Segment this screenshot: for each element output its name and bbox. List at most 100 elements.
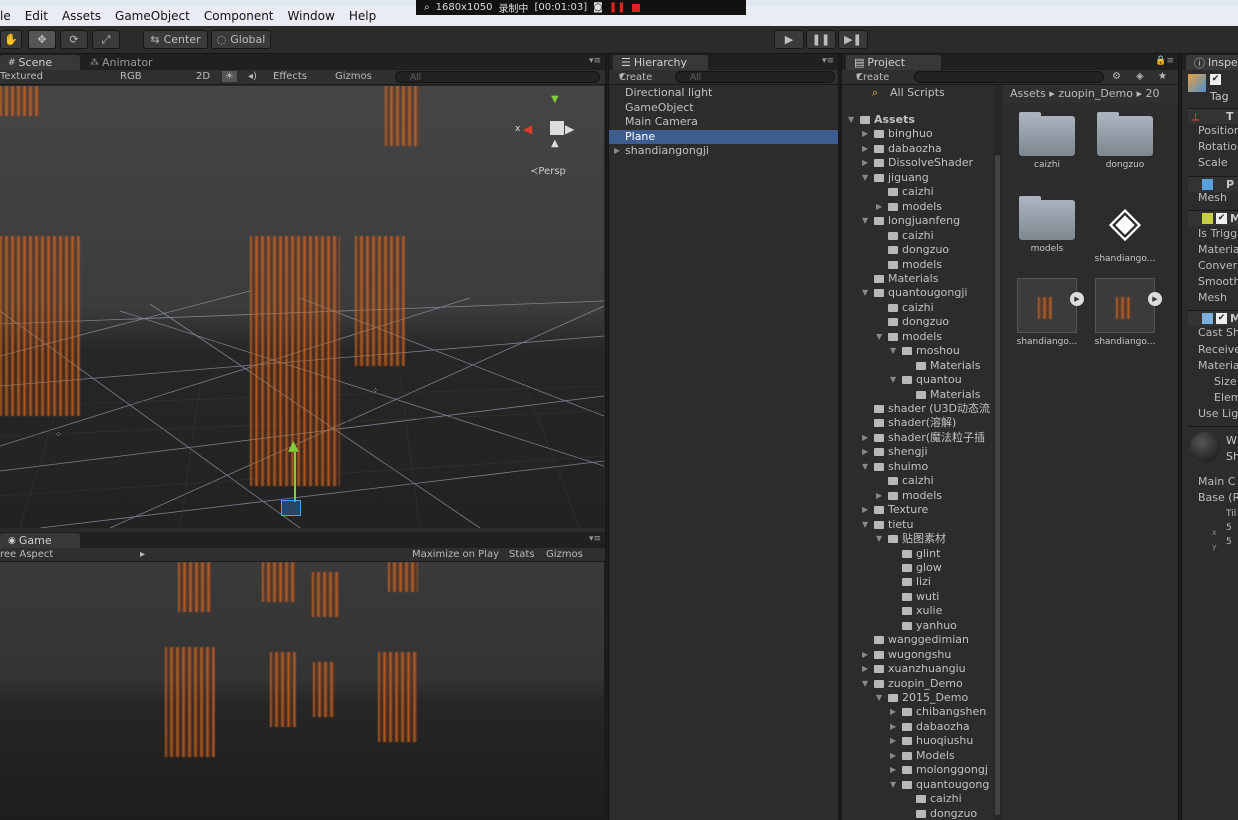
gizmo-y-cone[interactable]: ▼: [551, 94, 559, 105]
project-tree-item[interactable]: ▼ shuimo: [842, 460, 1002, 474]
project-tree-item[interactable]: ▶ shengji: [842, 445, 1002, 459]
shading-dropdown[interactable]: Textured: [0, 71, 43, 82]
asset-item[interactable]: caizhi: [1012, 110, 1082, 170]
expand-arrow-icon[interactable]: ▶: [890, 734, 900, 748]
step-button[interactable]: ▶❚: [838, 30, 868, 49]
menu-component[interactable]: Component: [204, 9, 274, 23]
collapse-arrow-icon[interactable]: ▼: [862, 171, 872, 185]
expand-arrow-icon[interactable]: ▶: [862, 127, 872, 141]
play-preview-icon[interactable]: ▶: [1148, 292, 1162, 306]
project-tree-item[interactable]: ▶ molonggongj: [842, 763, 1002, 777]
project-tree-item[interactable]: ▶ chibangshen: [842, 705, 1002, 719]
game-viewport[interactable]: [0, 562, 604, 820]
expand-arrow-icon[interactable]: ▶: [862, 445, 872, 459]
rotate-tool-button[interactable]: ⟳: [60, 30, 88, 49]
move-gizmo-y-axis[interactable]: [294, 452, 296, 502]
collapse-arrow-icon[interactable]: ▼: [848, 113, 858, 127]
project-tree-item[interactable]: ▼ quantou: [842, 373, 1002, 387]
breadcrumb-current[interactable]: 20: [1146, 87, 1160, 100]
mesh-filter-header[interactable]: P: [1188, 176, 1238, 192]
tab-animator[interactable]: ⁂ Animator: [82, 55, 161, 70]
expand-arrow-icon[interactable]: ▶: [890, 720, 900, 734]
project-tree-item[interactable]: xulie: [842, 604, 1002, 618]
pause-icon[interactable]: ❚❚: [609, 2, 626, 13]
project-tree-item[interactable]: glint: [842, 547, 1002, 561]
asset-item[interactable]: ▶ shandiango...: [1012, 278, 1084, 347]
project-tree-item[interactable]: ▶ dabaozha: [842, 142, 1002, 156]
stop-icon[interactable]: [631, 3, 640, 12]
menu-window[interactable]: Window: [288, 9, 335, 23]
camera-icon[interactable]: ◙: [593, 2, 603, 13]
project-tree-item[interactable]: caizhi: [842, 792, 1002, 806]
project-tree-item[interactable]: dongzuo: [842, 315, 1002, 329]
space-global-button[interactable]: ◌ Global: [211, 30, 271, 49]
project-create-button[interactable]: Create ▾: [856, 71, 889, 83]
gizmo-center-cube[interactable]: [550, 121, 564, 135]
pause-button[interactable]: ❚❚: [806, 30, 836, 49]
scale-tool-button[interactable]: ⤢: [92, 30, 120, 49]
project-tree-item[interactable]: shader(溶解): [842, 416, 1002, 430]
project-tree-item[interactable]: ▼ jiguang: [842, 171, 1002, 185]
project-tree-item[interactable]: lizi: [842, 575, 1002, 589]
menu-edit[interactable]: Edit: [25, 9, 48, 23]
collapse-arrow-icon[interactable]: ▼: [890, 778, 900, 792]
expand-arrow-icon[interactable]: ▶: [862, 648, 872, 662]
project-tree-item[interactable]: caizhi: [842, 474, 1002, 488]
project-tree-item[interactable]: caizhi: [842, 301, 1002, 315]
project-tree-item[interactable]: ▼ quantougongji: [842, 286, 1002, 300]
collapse-arrow-icon[interactable]: ▼: [862, 518, 872, 532]
all-scripts-item[interactable]: ⌕ All Scripts: [842, 86, 1002, 100]
project-tree-item[interactable]: Materials: [842, 388, 1002, 402]
expand-arrow-icon[interactable]: ▶: [614, 144, 624, 158]
collapse-arrow-icon[interactable]: ▼: [862, 460, 872, 474]
hand-tool-button[interactable]: ✋: [0, 30, 22, 49]
project-tree-item[interactable]: ▶ shader(魔法粒子插: [842, 431, 1002, 445]
project-tree-item[interactable]: ▶ models: [842, 489, 1002, 503]
collapse-arrow-icon[interactable]: ▼: [862, 286, 872, 300]
scene-search-input[interactable]: All: [395, 71, 600, 83]
project-tree-item[interactable]: ▼ moshou: [842, 344, 1002, 358]
panel-menu-icon[interactable]: 🔒≡: [1155, 56, 1174, 66]
move-tool-button[interactable]: ✥: [28, 30, 56, 49]
collapse-arrow-icon[interactable]: ▼: [890, 344, 900, 358]
toggle-2d[interactable]: 2D: [196, 71, 210, 82]
gizmo-neg-y-cone[interactable]: ▲: [551, 138, 559, 149]
light-icon[interactable]: ⁘: [372, 386, 379, 395]
project-tree-item[interactable]: Materials: [842, 272, 1002, 286]
tab-project[interactable]: ▤ Project: [846, 55, 941, 70]
pivot-center-button[interactable]: ⇆ Center: [143, 30, 208, 49]
tab-scene[interactable]: # Scene: [0, 55, 80, 70]
expand-arrow-icon[interactable]: ▶: [890, 763, 900, 777]
favorite-star-icon[interactable]: ★: [1158, 71, 1167, 82]
collapse-arrow-icon[interactable]: ▼: [876, 532, 886, 546]
project-tree-item[interactable]: ▼ quantougong: [842, 778, 1002, 792]
light-icon[interactable]: ⁘: [55, 430, 62, 439]
panel-menu-icon[interactable]: ▾≡: [589, 56, 601, 66]
audio-toggle-icon[interactable]: ◂): [248, 71, 257, 82]
project-tree-item[interactable]: ▶ huoqiushu: [842, 734, 1002, 748]
breadcrumb-zuopin-demo[interactable]: zuopin_Demo: [1058, 87, 1133, 100]
project-tree-item[interactable]: ▶ DissolveShader: [842, 156, 1002, 170]
play-button[interactable]: ▶: [774, 30, 804, 49]
project-tree-item[interactable]: yanhuo: [842, 619, 1002, 633]
mesh-collider-header[interactable]: ✔M: [1188, 210, 1238, 226]
project-tree-item[interactable]: caizhi: [842, 229, 1002, 243]
asset-item[interactable]: ◈ shandiango...: [1090, 194, 1160, 264]
expand-arrow-icon[interactable]: ▶: [862, 662, 872, 676]
project-tree-item[interactable]: caizhi: [842, 185, 1002, 199]
asset-item[interactable]: models: [1012, 194, 1082, 254]
expand-arrow-icon[interactable]: ▶: [862, 503, 872, 517]
mesh-renderer-header[interactable]: ✔M: [1188, 310, 1238, 326]
project-tree-item[interactable]: ▼ tietu: [842, 518, 1002, 532]
hierarchy-item[interactable]: Main Camera: [609, 115, 838, 129]
hierarchy-create-button[interactable]: Create ▾: [619, 71, 652, 83]
collider-enabled-checkbox[interactable]: ✔: [1216, 213, 1227, 224]
tab-game[interactable]: ◉ Game: [0, 533, 80, 548]
collapse-arrow-icon[interactable]: ▼: [876, 691, 886, 705]
aspect-dropdown[interactable]: ree Aspect: [0, 549, 53, 560]
collapse-arrow-icon[interactable]: ▼: [862, 677, 872, 691]
menu-gameobject[interactable]: GameObject: [115, 9, 190, 23]
panel-menu-icon[interactable]: ▾≡: [589, 534, 601, 544]
panel-menu-icon[interactable]: ▾≡: [822, 56, 834, 66]
gizmos-dropdown[interactable]: Gizmos: [335, 71, 372, 82]
